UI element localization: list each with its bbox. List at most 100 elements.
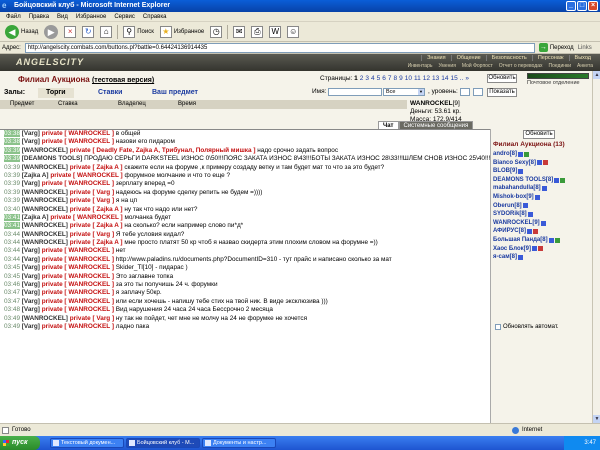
message-sender[interactable]: [Zajka A] [22, 172, 49, 179]
page-link[interactable]: 6 [382, 75, 386, 82]
player-list-item[interactable]: Oberun[8] [493, 202, 591, 211]
players-refresh-button[interactable]: Обновить [523, 130, 555, 139]
player-list-item[interactable]: BLOB[9] [493, 167, 591, 176]
tab-auction[interactable]: Торги [38, 88, 74, 98]
address-input[interactable]: http://angelscity.combats.com/buttons.pl… [24, 42, 535, 53]
nav-battles[interactable]: Поединки [546, 63, 575, 69]
level-min-input[interactable] [460, 88, 470, 96]
message-private-target[interactable]: private [ WANROCKEL ] [42, 273, 114, 280]
message-sender[interactable]: [WANROCKEL] [22, 222, 68, 229]
player-badge-icon[interactable] [554, 237, 560, 243]
player-badge-icon[interactable] [541, 186, 547, 192]
page-link[interactable]: 8 [394, 75, 398, 82]
player-name[interactable]: Большая Панда[8] [493, 236, 548, 245]
message-private-target[interactable]: private [ Varg ] [70, 189, 114, 196]
message-time[interactable]: 03:46 [4, 281, 20, 288]
start-button[interactable]: пуск [0, 436, 40, 450]
message-sender[interactable]: [WANROCKEL] [22, 206, 68, 213]
message-private-target[interactable]: private [ WANROCKEL ] [42, 247, 114, 254]
nav-communication[interactable]: Общение [450, 55, 486, 61]
page-link[interactable]: 1 [354, 75, 358, 82]
message-time[interactable]: 03:44 [4, 231, 20, 238]
message-sender[interactable]: [Varg] [22, 281, 40, 288]
message-private-target[interactable]: private [ WANROCKEL ] [42, 264, 114, 271]
page-link[interactable]: 9 [399, 75, 403, 82]
stop-button[interactable]: × [61, 23, 79, 41]
message-private-target[interactable]: private [ Varg ] [70, 231, 114, 238]
home-button[interactable]: ⌂ [97, 23, 115, 41]
message-time[interactable]: 03:47 [4, 289, 20, 296]
player-badge-icon[interactable] [534, 194, 540, 200]
player-name[interactable]: Oberun[8] [493, 202, 522, 211]
auto-refresh[interactable]: Обновлять автомат. [495, 324, 559, 330]
player-badge-icon[interactable] [532, 229, 538, 235]
auto-refresh-checkbox[interactable] [495, 324, 501, 330]
player-list-item[interactable]: я-сам[8] [493, 253, 591, 262]
message-time[interactable]: 03:48 [4, 306, 20, 313]
page-link[interactable]: 13 [432, 75, 439, 82]
message-private-target[interactable]: private [ WANROCKEL ] [42, 298, 114, 305]
site-logo[interactable]: ANGELSCITY [16, 57, 84, 67]
player-name[interactable]: я-сам[8] [493, 253, 517, 262]
nav-profile[interactable]: Анкета [574, 63, 596, 69]
message-private-target[interactable]: private [ Zajka A ] [70, 222, 123, 229]
player-badge-icon[interactable] [560, 177, 566, 183]
message-sender[interactable]: [WANROCKEL] [22, 315, 68, 322]
page-link[interactable]: 7 [388, 75, 392, 82]
player-name[interactable]: mabahandulla[8] [493, 184, 541, 193]
player-badge-icon[interactable] [531, 246, 537, 252]
player-name[interactable]: WANROCKEL[9] [493, 219, 540, 228]
message-sender[interactable]: [Varg] [22, 323, 40, 330]
page-link[interactable]: 4 [371, 75, 375, 82]
message-private-target[interactable]: private [ Varg ] [70, 315, 114, 322]
player-list-item[interactable]: SYDORik[8] [493, 210, 591, 219]
message-private-target[interactable]: private [ WANROCKEL ] [42, 281, 114, 288]
message-time[interactable]: 03:41 [4, 222, 20, 230]
player-badge-icon[interactable] [537, 246, 543, 252]
player-list-item[interactable]: WANROCKEL[9] [493, 219, 591, 228]
message-sender[interactable]: [Varg] [22, 138, 40, 145]
message-time[interactable]: 03:39 [4, 189, 20, 196]
player-name[interactable]: BLOB[9] [493, 167, 517, 176]
message-time[interactable]: 03:47 [4, 298, 20, 305]
message-time[interactable]: 03:41 [4, 213, 20, 221]
nav-security[interactable]: Безопасность [485, 55, 532, 61]
player-list-item[interactable]: Большая Панда[8] [493, 236, 591, 245]
player-badge-icon[interactable] [548, 237, 554, 243]
character-name[interactable]: WANROCKEL [410, 100, 453, 107]
auction-subtitle[interactable]: (тестовая версия) [92, 77, 154, 84]
player-badge-icon[interactable] [526, 229, 532, 235]
message-sender[interactable]: [DEAMONS TOOLS] [22, 155, 83, 162]
page-link[interactable]: 15 [450, 75, 457, 82]
taskbar-item-browser[interactable]: Бойцовский клуб - М... [126, 438, 200, 448]
show-button[interactable]: Показать [487, 88, 517, 97]
player-list-item[interactable]: Mishok-box[9] [493, 193, 591, 202]
player-badge-icon[interactable] [522, 203, 528, 209]
message-sender[interactable]: [WANROCKEL] [22, 164, 68, 171]
menu-file[interactable]: Файл [2, 12, 25, 21]
page-link[interactable]: 12 [423, 75, 430, 82]
history-button[interactable]: ◷ [207, 23, 225, 41]
tab-your-item[interactable]: Ваш предмет [144, 88, 206, 98]
message-private-target[interactable]: private [ WANROCKEL ] [42, 256, 114, 263]
message-private-target[interactable]: private [ WANROCKEL ] [50, 214, 122, 221]
nav-forpost[interactable]: Мой Форпост [459, 63, 496, 69]
message-sender[interactable]: [Varg] [22, 298, 40, 305]
taskbar-item-documents[interactable]: Документы и настр... [202, 438, 276, 448]
message-private-target[interactable]: private [ WANROCKEL ] [42, 180, 114, 187]
message-private-target[interactable]: private [ WANROCKEL ] [42, 289, 114, 296]
tab-chat[interactable]: Чат [378, 121, 399, 129]
tab-bids[interactable]: Ставки [90, 88, 131, 98]
tab-system-messages[interactable]: Системные сообщения [398, 121, 474, 129]
nav-knowledge[interactable]: Знания [421, 55, 451, 61]
message-sender[interactable]: [Varg] [22, 247, 40, 254]
player-badge-icon[interactable] [537, 160, 543, 166]
back-button[interactable]: ◀ Назад [2, 23, 41, 41]
message-private-target[interactable]: private [ Zajka A ] [70, 164, 123, 171]
menu-edit[interactable]: Правка [25, 12, 53, 21]
player-name[interactable]: andro[8] [493, 150, 517, 159]
message-sender[interactable]: [WANROCKEL] [22, 231, 68, 238]
menu-favorites[interactable]: Избранное [72, 12, 110, 21]
edit-button[interactable]: W [266, 23, 284, 41]
message-private-target[interactable]: private [ WANROCKEL ] [42, 323, 114, 330]
